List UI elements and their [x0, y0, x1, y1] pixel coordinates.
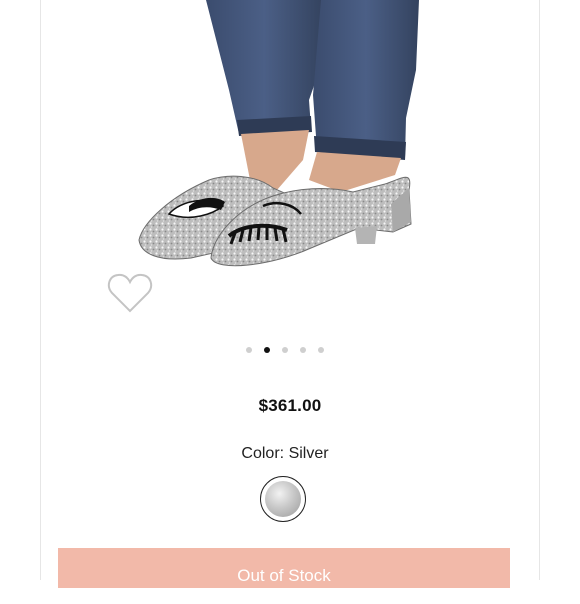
carousel-dot[interactable] — [246, 347, 252, 353]
color-swatch-silver[interactable] — [260, 476, 306, 522]
out-of-stock-button[interactable]: Out of Stock — [58, 548, 510, 588]
carousel-dot-active[interactable] — [264, 347, 270, 353]
product-price: $361.00 — [258, 396, 322, 415]
color-value: Silver — [288, 445, 329, 462]
right-divider — [539, 0, 540, 580]
color-row: Color: Silver — [0, 445, 570, 463]
color-label: Color: — [241, 445, 285, 462]
heart-outline-icon[interactable] — [106, 271, 154, 315]
carousel-dot[interactable] — [300, 347, 306, 353]
swatch-texture — [265, 481, 301, 517]
image-carousel-dots — [244, 346, 328, 356]
carousel-dot[interactable] — [318, 347, 324, 353]
carousel-dot[interactable] — [282, 347, 288, 353]
